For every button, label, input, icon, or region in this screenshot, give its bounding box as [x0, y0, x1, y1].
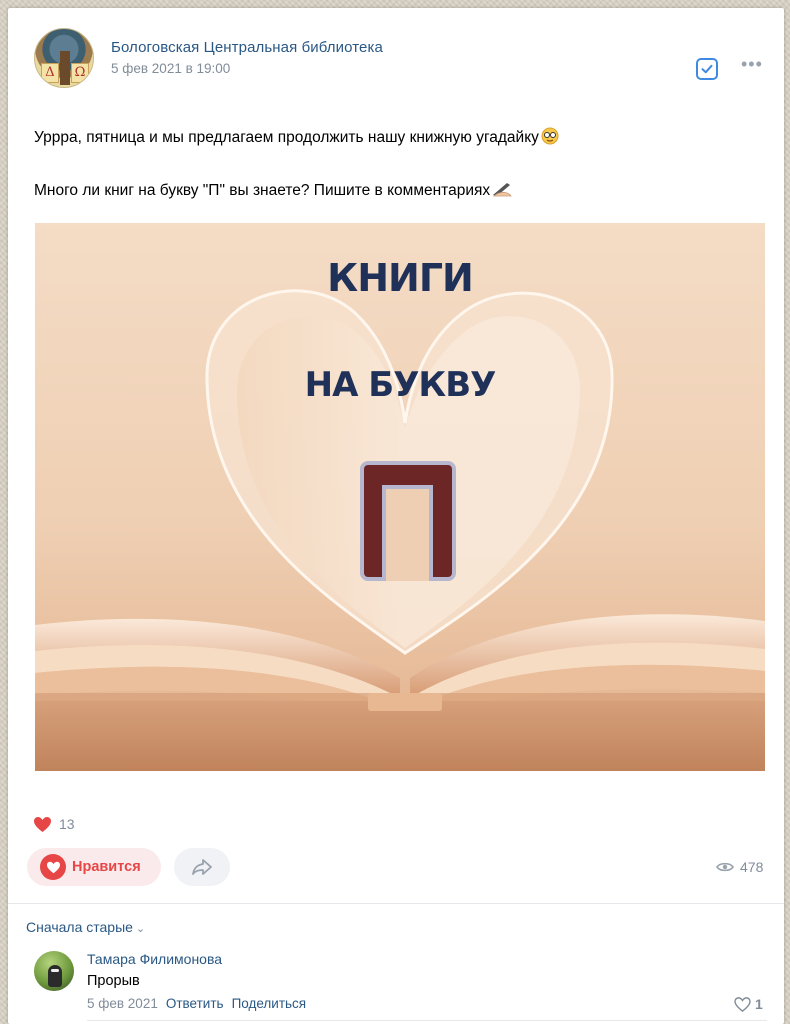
- more-dots-icon[interactable]: •••: [741, 54, 763, 75]
- post-text-line1: Уррра, пятница и мы предлагаем продолжит…: [34, 127, 560, 147]
- post-date-link[interactable]: 5 фев 2021 в 19:00: [111, 61, 230, 76]
- comments-sort-label: Сначала старые: [26, 919, 133, 935]
- avatar-letter-omega: Ω: [71, 63, 89, 83]
- heart-icon: [34, 817, 51, 832]
- avatar-figure-eyes: [51, 969, 59, 972]
- image-letter-p: [360, 461, 456, 581]
- community-avatar[interactable]: Δ Ω: [34, 28, 94, 88]
- heart-outline-icon: [734, 996, 751, 1012]
- comment-meta: 5 фев 2021 Ответить Поделиться: [87, 996, 306, 1011]
- comment-reply-link[interactable]: Ответить: [166, 996, 224, 1011]
- image-title-line2: НА БУКВУ: [305, 365, 496, 405]
- like-button-label: Нравится: [72, 859, 141, 875]
- check-square-icon[interactable]: [696, 58, 718, 80]
- comment-avatar[interactable]: [34, 951, 74, 991]
- eye-icon: [716, 862, 734, 872]
- comments-divider: [8, 903, 784, 904]
- likes-count[interactable]: 13: [59, 816, 75, 832]
- post-image[interactable]: КНИГИ НА БУКВУ: [35, 223, 765, 771]
- post-text-line1-content: Уррра, пятница и мы предлагаем продолжит…: [34, 129, 539, 146]
- share-button[interactable]: [174, 848, 230, 886]
- post-image-artwork: КНИГИ НА БУКВУ: [35, 223, 765, 771]
- nerd-face-emoji-icon: [540, 127, 560, 145]
- writing-hand-emoji-icon: [491, 180, 512, 198]
- views-counter: 478: [716, 859, 763, 875]
- views-count: 478: [740, 859, 764, 875]
- comment-share-link[interactable]: Поделиться: [232, 996, 307, 1011]
- post-card: Δ Ω Бологовская Центральная библиотека 5…: [8, 8, 784, 1024]
- post-text-line2-content: Много ли книг на букву "П" вы знаете? Пи…: [34, 182, 491, 199]
- post-author-link[interactable]: Бологовская Центральная библиотека: [111, 39, 383, 56]
- comment-likes-count: 1: [755, 996, 763, 1012]
- avatar-tree-trunk: [60, 51, 70, 85]
- like-button[interactable]: Нравится: [27, 848, 161, 886]
- post-text-line2: Много ли книг на букву "П" вы знаете? Пи…: [34, 180, 512, 200]
- comment-like-button[interactable]: 1: [734, 996, 763, 1012]
- share-arrow-icon: [192, 859, 212, 875]
- comment-date[interactable]: 5 фев 2021: [87, 996, 158, 1011]
- avatar-letter-delta: Δ: [41, 63, 59, 83]
- comment-bottom-divider: [87, 1020, 767, 1021]
- heart-icon: [40, 854, 66, 880]
- comments-sort-dropdown[interactable]: Сначала старые ⌄: [26, 919, 145, 935]
- comment-author-link[interactable]: Тамара Филимонова: [87, 951, 222, 967]
- chevron-down-icon: ⌄: [135, 923, 146, 935]
- image-title-line1: КНИГИ: [327, 256, 473, 300]
- comment-text: Прорыв: [87, 973, 140, 989]
